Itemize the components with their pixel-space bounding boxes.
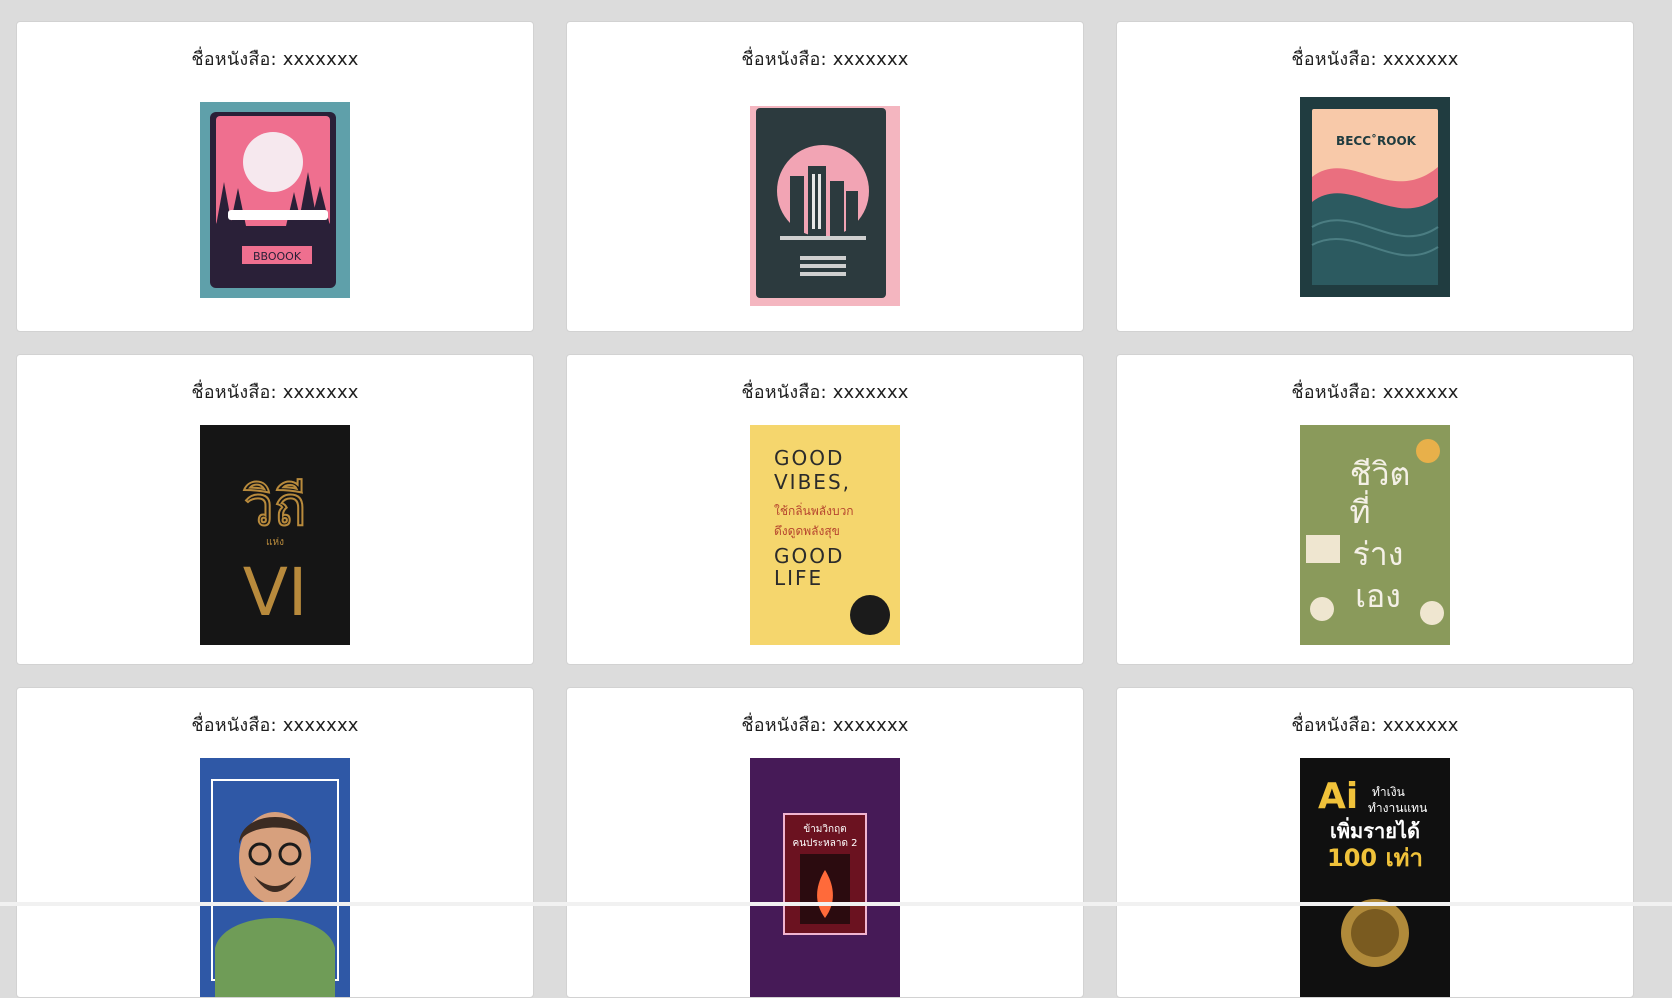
cover-title-text: BECC˚ROOK: [1336, 133, 1417, 148]
cover-title-text-2: เพิ่มรายได้: [1330, 816, 1420, 843]
cover-title-text-3: ร่าง: [1353, 535, 1404, 573]
book-cover-image[interactable]: วิถี แห่ง VI: [200, 425, 350, 645]
book-title: ชื่อหนังสือ: xxxxxxx: [741, 382, 909, 403]
book-cover-image[interactable]: BECC˚ROOK: [1300, 97, 1450, 297]
book-cover-illustration: [750, 106, 900, 306]
book-cover-image[interactable]: ชีวิต ที่ ร่าง เอง: [1300, 425, 1450, 645]
book-cover-illustration: Ai ทำเงิน ทำงานแทน เพิ่มรายได้ 100 เท่า: [1300, 758, 1450, 997]
book-card[interactable]: ชื่อหนังสือ: xxxxxxx: [566, 21, 1084, 332]
book-card[interactable]: ชื่อหนังสือ: xxxxxxx ข้ามวิกฤต คนประหลาด…: [566, 687, 1084, 998]
cover-title-text-4: LIFE: [774, 566, 823, 590]
book-card[interactable]: ชื่อหนังสือ: xxxxxxx BECC˚ROOK: [1116, 21, 1634, 332]
cover-title-text: GOOD: [774, 446, 844, 470]
cover-subtitle-text: แห่ง: [266, 537, 284, 548]
book-cover-image[interactable]: ข้ามวิกฤต คนประหลาด 2: [750, 758, 900, 997]
cover-title-text-4: เอง: [1355, 577, 1401, 615]
book-title: ชื่อหนังสือ: xxxxxxx: [741, 715, 909, 736]
cover-subtitle-text: ใช้กลิ่นพลังบวก: [774, 502, 854, 518]
bottom-edge: [0, 902, 1672, 906]
book-cover-illustration: GOOD VIBES, ใช้กลิ่นพลังบวก ดึงดูดพลังสุ…: [750, 425, 900, 645]
book-card[interactable]: ชื่อหนังสือ: xxxxxxx Ai ทำเงิน ทำงานแทน …: [1116, 687, 1634, 998]
book-cover-illustration: BECC˚ROOK: [1300, 97, 1450, 297]
cover-title-text-2: VIBES,: [774, 470, 851, 494]
book-cover-illustration: BBOOOK: [200, 102, 350, 298]
cover-subtitle-text: ทำเงิน: [1372, 785, 1405, 799]
cover-title-text: Ai: [1318, 776, 1358, 817]
cover-subtitle-text-2: ดึงดูดพลังสุข: [774, 524, 840, 539]
book-cover-image[interactable]: [750, 106, 900, 306]
cover-title-text: ข้ามวิกฤต: [803, 823, 846, 835]
book-cover-illustration: วิถี แห่ง VI: [200, 425, 350, 645]
book-title: ชื่อหนังสือ: xxxxxxx: [191, 382, 359, 403]
book-title: ชื่อหนังสือ: xxxxxxx: [191, 49, 359, 70]
cover-title-text: ชีวิต: [1350, 455, 1410, 493]
cover-title-text-2: ที่: [1349, 490, 1370, 531]
cover-title-text-2: VI: [243, 554, 308, 631]
book-title: ชื่อหนังสือ: xxxxxxx: [1291, 49, 1459, 70]
book-cover-illustration: ข้ามวิกฤต คนประหลาด 2: [750, 758, 900, 997]
book-title: ชื่อหนังสือ: xxxxxxx: [741, 49, 909, 70]
book-card[interactable]: ชื่อหนังสือ: xxxxxxx วิถี แห่ง VI: [16, 354, 534, 665]
book-title: ชื่อหนังสือ: xxxxxxx: [191, 715, 359, 736]
book-title: ชื่อหนังสือ: xxxxxxx: [1291, 715, 1459, 736]
book-card[interactable]: ชื่อหนังสือ: xxxxxxx ชีวิต ที่ ร่าง เอง: [1116, 354, 1634, 665]
cover-title-text-3: GOOD: [774, 544, 844, 568]
cover-subtitle-text-2: ทำงานแทน: [1368, 801, 1427, 815]
book-cover-image[interactable]: GOOD VIBES, ใช้กลิ่นพลังบวก ดึงดูดพลังสุ…: [750, 425, 900, 645]
book-card[interactable]: ชื่อหนังสือ: xxxxxxx BBOOOK: [16, 21, 534, 332]
cover-title-text-3: 100 เท่า: [1327, 844, 1423, 872]
cover-title-text: BBOOOK: [253, 250, 302, 263]
cover-title-text: วิถี: [243, 475, 306, 538]
book-cover-illustration: [200, 758, 350, 997]
book-title: ชื่อหนังสือ: xxxxxxx: [1291, 382, 1459, 403]
book-cover-image[interactable]: [200, 758, 350, 997]
cover-subtitle-text: คนประหลาด 2: [793, 838, 858, 849]
book-card[interactable]: ชื่อหนังสือ: xxxxxxx GOOD VIBES, ใช้กลิ่…: [566, 354, 1084, 665]
book-card[interactable]: ชื่อหนังสือ: xxxxxxx: [16, 687, 534, 998]
book-cover-image[interactable]: BBOOOK: [200, 102, 350, 298]
book-grid: ชื่อหนังสือ: xxxxxxx BBOOOK ชื่อหนังสือ:…: [16, 21, 1634, 998]
book-cover-image[interactable]: Ai ทำเงิน ทำงานแทน เพิ่มรายได้ 100 เท่า: [1300, 758, 1450, 997]
book-cover-illustration: ชีวิต ที่ ร่าง เอง: [1300, 425, 1450, 645]
